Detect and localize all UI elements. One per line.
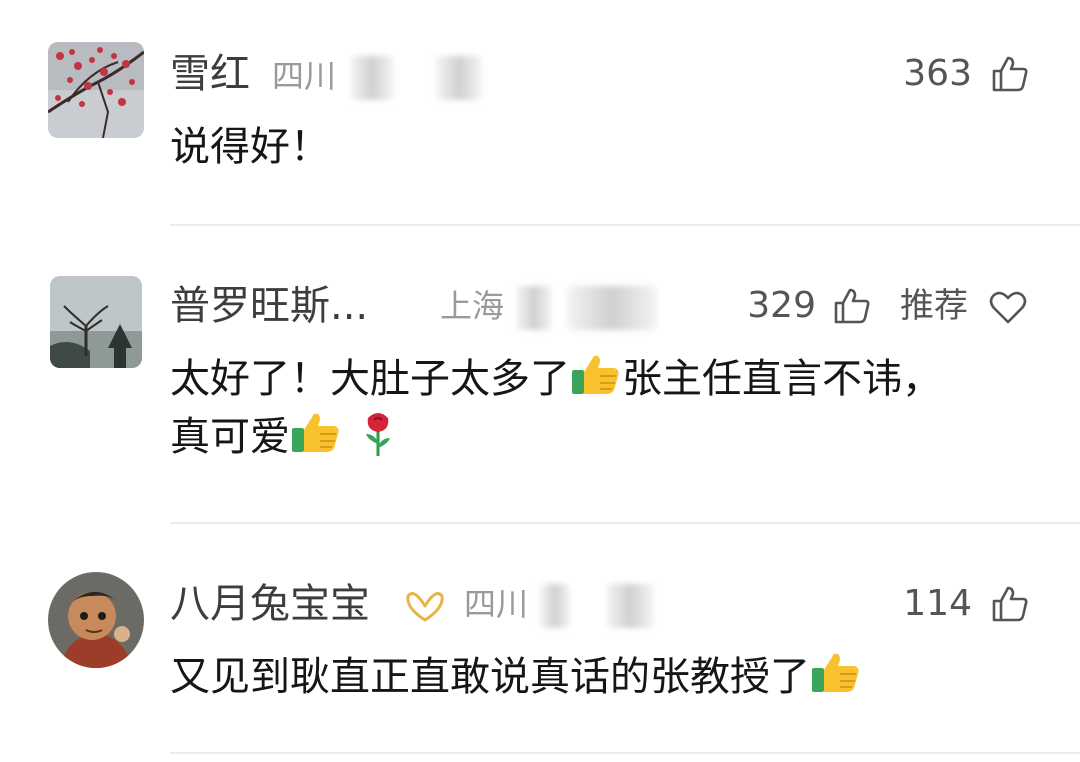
comment-text: 说得好！ (170, 124, 330, 170)
username[interactable]: 普罗旺斯... (170, 282, 368, 330)
comment-text-part: 又见到耿直正直敢说真话的张教授了 (170, 654, 810, 700)
plum-blossom-avatar (48, 42, 144, 138)
region-label: 上海 (440, 287, 505, 325)
divider (170, 752, 1080, 754)
blurred-region (540, 584, 570, 628)
thumbs-up-emoji (812, 653, 859, 692)
like-count: 329 (747, 285, 816, 326)
divider (170, 522, 1080, 524)
recommend-button[interactable]: 推荐 (900, 282, 968, 330)
region-label: 四川 (464, 585, 529, 623)
avatar[interactable] (48, 42, 144, 138)
blurred-region (606, 584, 654, 628)
vip-badge-icon (406, 592, 444, 622)
blurred-region (516, 286, 552, 330)
username[interactable]: 八月兔宝宝 (170, 580, 370, 628)
thumbs-up-outline-icon[interactable] (990, 584, 1030, 624)
thumbs-up-emoji (292, 413, 339, 452)
like-count: 114 (903, 583, 972, 624)
comment-text-part: 真可爱 (170, 414, 290, 460)
like-count: 363 (903, 53, 972, 94)
blurred-region (350, 56, 394, 100)
lakeside-tree-avatar (50, 276, 142, 368)
username[interactable]: 雪红 (170, 50, 250, 98)
thumbs-up-emoji (572, 355, 619, 394)
avatar[interactable] (48, 572, 144, 668)
divider (170, 224, 1080, 226)
heart-outline-icon[interactable] (988, 288, 1028, 328)
blurred-region (566, 286, 658, 330)
region-label: 四川 (272, 57, 337, 95)
comment-text: 又见到耿直正直敢说真话的张教授了 (170, 648, 1050, 706)
comment-text-part: 张主任直言不讳， (622, 356, 942, 402)
comment-text: 太好了！大肚子太多了 张主任直言不讳， 真可爱 (170, 350, 1050, 466)
thumbs-up-outline-icon[interactable] (832, 286, 872, 326)
thumbs-up-outline-icon[interactable] (990, 54, 1030, 94)
rose-emoji (366, 413, 390, 456)
blurred-region (436, 56, 482, 100)
cartoon-character-avatar (48, 572, 144, 668)
comment-text-part: 太好了！大肚子太多了 (170, 356, 570, 402)
avatar[interactable] (50, 276, 142, 368)
